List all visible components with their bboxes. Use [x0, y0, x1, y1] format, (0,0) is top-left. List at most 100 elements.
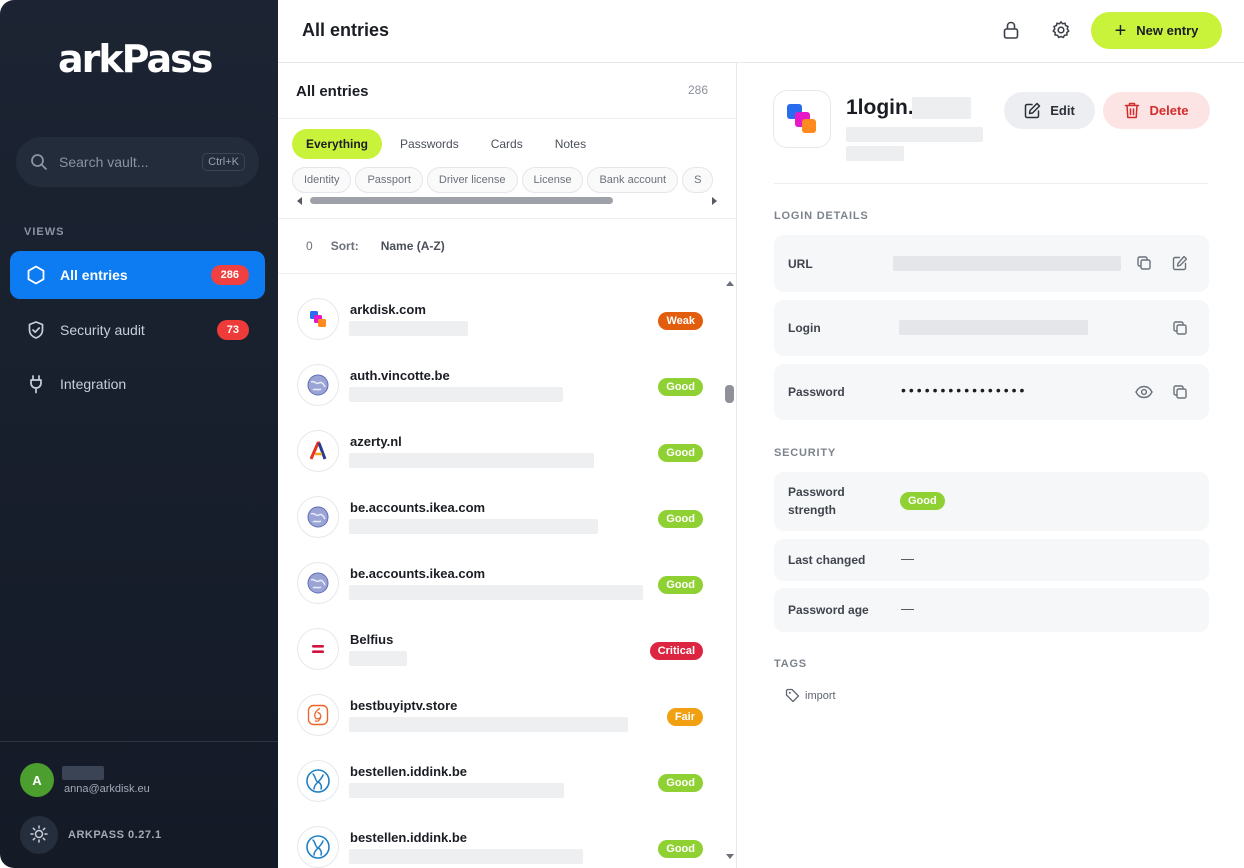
last-changed-field: Last changed —	[774, 539, 1209, 581]
list-item[interactable]: be.accounts.ikea.com Good	[278, 554, 723, 620]
status-badge: Weak	[658, 312, 703, 330]
password-field: Password ••••••••••••••••	[774, 364, 1209, 420]
chips-scrollbar[interactable]	[296, 196, 718, 206]
avatar[interactable]: A	[20, 763, 54, 797]
chip-more[interactable]: S	[682, 167, 714, 193]
entry-title: arkdisk.com	[350, 302, 426, 317]
edit-button[interactable]: Edit	[1004, 92, 1095, 129]
chip-passport[interactable]: Passport	[355, 167, 423, 193]
scrollbar-thumb[interactable]	[310, 197, 613, 204]
password-age-value: —	[901, 601, 914, 616]
list-item[interactable]: auth.vincotte.be Good	[278, 356, 723, 422]
tab-notes[interactable]: Notes	[541, 129, 600, 159]
divider	[774, 183, 1208, 184]
sidebar-item-label: Integration	[60, 376, 127, 392]
top-bar: All entries + New entry	[278, 0, 1244, 63]
tags-heading: TAGS	[774, 658, 807, 670]
count-badge: 73	[216, 320, 249, 340]
chip-identity[interactable]: Identity	[292, 167, 352, 193]
search-input[interactable]: Search vault... Ctrl+K	[16, 137, 259, 187]
trash-icon	[1124, 102, 1140, 119]
entry-title: bestellen.iddink.be	[350, 764, 468, 779]
security-heading: SECURITY	[774, 447, 837, 459]
azerty-logo-icon	[297, 430, 339, 472]
globe-icon	[297, 562, 339, 604]
sidebar-item-integration[interactable]: Integration	[10, 360, 265, 408]
list-item[interactable]: be.accounts.ikea.com Good	[278, 488, 723, 554]
entry-subtitle-redacted	[349, 519, 598, 534]
scroll-right-icon[interactable]	[710, 196, 718, 206]
svg-text:arkPass: arkPass	[58, 40, 212, 80]
login-value-redacted	[899, 320, 1088, 335]
list-item[interactable]: azerty.nl Good	[278, 422, 723, 488]
status-badge: Good	[658, 510, 703, 528]
eye-icon[interactable]	[1134, 382, 1154, 402]
scroll-up-icon[interactable]	[725, 279, 735, 287]
entry-title: be.accounts.ikea.com	[350, 500, 486, 515]
sidebar-item-security-audit[interactable]: Security audit 73	[10, 306, 265, 354]
last-changed-value: —	[901, 551, 914, 566]
list-item[interactable]: bestellen.iddink.be Good	[278, 752, 723, 818]
sun-icon	[30, 824, 48, 846]
password-age-field: Password age —	[774, 588, 1209, 632]
list-item[interactable]: arkdisk.com Weak	[278, 290, 723, 356]
bestbuy-logo-icon	[297, 694, 339, 736]
type-chips: Identity Passport Driver license License Ban…	[292, 167, 724, 193]
hexagon-icon	[26, 265, 46, 285]
password-age-label: Password age	[788, 603, 869, 617]
settings-button[interactable]	[1044, 14, 1078, 48]
password-strength-label: Password strength	[788, 485, 845, 517]
status-badge: Good	[658, 444, 703, 462]
password-strength-field: Password strength Good	[774, 472, 1209, 531]
user-email: anna@arkdisk.eu	[64, 783, 150, 795]
search-shortcut: Ctrl+K	[202, 153, 245, 171]
entry-title: bestbuyiptv.store	[350, 698, 458, 713]
entry-title: azerty.nl	[350, 434, 402, 449]
app-version: ARKPASS 0.27.1	[68, 829, 162, 841]
sidebar-divider	[0, 741, 278, 742]
entry-subtitle-redacted	[349, 849, 583, 864]
chip-driver-license[interactable]: Driver license	[426, 167, 518, 193]
entries-list-panel: All entries 286 Everything Passwords Car…	[278, 63, 737, 868]
divider	[278, 273, 737, 274]
sidebar-item-label: Security audit	[60, 322, 145, 338]
new-entry-button[interactable]: + New entry	[1091, 12, 1222, 49]
divider	[278, 118, 737, 119]
copy-icon[interactable]	[1134, 253, 1154, 273]
sidebar-item-all-entries[interactable]: All entries 286	[10, 251, 265, 299]
copy-icon[interactable]	[1170, 318, 1190, 338]
entry-subtitle-redacted	[349, 783, 564, 798]
entry-subtitle-redacted	[349, 387, 563, 402]
password-mask: ••••••••••••••••	[901, 382, 1028, 398]
copy-icon[interactable]	[1170, 382, 1190, 402]
delete-button[interactable]: Delete	[1103, 92, 1210, 129]
sort-control[interactable]: 0 Sort: Name (A-Z)	[306, 239, 445, 253]
sort-value[interactable]: Name (A-Z)	[381, 239, 445, 253]
chip-license[interactable]: License	[521, 167, 584, 193]
divider	[278, 218, 737, 219]
entry-title: auth.vincotte.be	[350, 368, 450, 383]
tab-passwords[interactable]: Passwords	[386, 129, 473, 159]
status-badge: Good	[658, 576, 703, 594]
login-details-heading: LOGIN DETAILS	[774, 210, 869, 222]
theme-toggle-button[interactable]	[20, 816, 58, 854]
scroll-down-icon[interactable]	[725, 853, 735, 861]
edit-icon[interactable]	[1170, 253, 1190, 273]
login-field: Login	[774, 300, 1209, 356]
plus-icon: +	[1114, 19, 1127, 42]
list-item[interactable]: Belfius Critical	[278, 620, 723, 686]
chip-bank-account[interactable]: Bank account	[587, 167, 679, 193]
tab-cards[interactable]: Cards	[477, 129, 537, 159]
lock-button[interactable]	[994, 14, 1028, 48]
tag-import[interactable]: import	[785, 688, 836, 703]
list-item[interactable]: bestellen.iddink.be Good	[278, 818, 723, 868]
sort-label: Sort:	[330, 239, 359, 253]
gear-icon	[1051, 20, 1071, 43]
list-scrollbar-thumb[interactable]	[725, 385, 734, 403]
list-item[interactable]: bestbuyiptv.store Fair	[278, 686, 723, 752]
lock-icon	[1001, 20, 1021, 43]
tab-everything[interactable]: Everything	[292, 129, 383, 159]
scroll-left-icon[interactable]	[296, 196, 304, 206]
entry-subtitle-redacted	[349, 321, 468, 336]
delete-label: Delete	[1149, 103, 1189, 118]
